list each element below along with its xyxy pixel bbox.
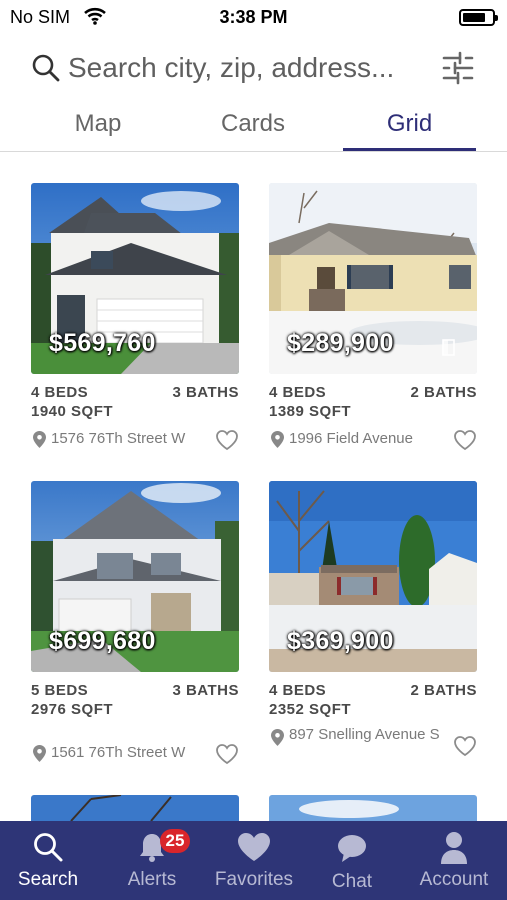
alerts-badge: 25 [160,829,190,853]
listing-address: 1996 Field Avenue [289,430,413,447]
listing-card[interactable]: $369,900 4 BEDS 2 BATHS 2352 SQFT 897 Sn… [269,481,477,771]
chat-bubble-icon [338,835,366,862]
clock: 3:38 PM [219,7,288,27]
bookmark-icon [442,339,455,356]
favorite-heart-icon[interactable] [453,735,477,757]
listing-beds: 4 BEDS [269,384,327,401]
listing-price: $569,760 [49,329,156,357]
favorite-heart-icon[interactable] [453,429,477,451]
listing-photo[interactable]: $289,900 [269,183,477,374]
location-pin-icon [271,431,284,448]
listing-sqft: 1940 SQFT [31,403,114,420]
battery-icon [459,9,498,26]
view-tabs: Map Cards Grid [0,100,507,152]
location-pin-icon [271,729,284,746]
listing-sqft: 1389 SQFT [269,403,352,420]
listing-card[interactable]: $569,760 4 BEDS 3 BATHS 1940 SQFT 1576 7… [31,183,239,463]
tab-map[interactable]: Map [36,100,160,150]
listing-beds: 5 BEDS [31,682,89,699]
tab-bar-search[interactable]: Search [0,821,96,900]
listing-address: 1561 76Th Street W [51,744,186,761]
tab-bar-alerts[interactable]: 25 Alerts [104,821,200,900]
listing-photo[interactable]: $369,900 [269,481,477,672]
listing-photo[interactable]: $699,680 [31,481,239,672]
bottom-tab-bar: Search 25 Alerts Favorites Chat Account [0,821,507,900]
location-pin-icon [33,431,46,448]
listing-beds: 4 BEDS [269,682,327,699]
listing-price: $699,680 [49,627,156,655]
listing-address: 897 Snelling Avenue S [289,726,440,743]
person-icon [441,832,467,864]
listing-baths: 2 BATHS [410,682,477,699]
tab-cards[interactable]: Cards [190,100,316,150]
listing-price: $369,900 [287,627,394,655]
listing-photo-partial[interactable] [31,795,239,821]
favorite-heart-icon[interactable] [215,429,239,451]
listing-sqft: 2976 SQFT [31,701,114,718]
listing-beds: 4 BEDS [31,384,89,401]
listing-card[interactable]: $699,680 5 BEDS 3 BATHS 2976 SQFT 1561 7… [31,481,239,771]
listing-address: 1576 76Th Street W [51,430,186,447]
listing-sqft: 2352 SQFT [269,701,352,718]
listing-photo-partial[interactable] [269,795,477,821]
status-bar: No SIM 3:38 PM [0,0,507,34]
tab-grid[interactable]: Grid [343,100,476,151]
filter-sliders-icon[interactable] [440,50,476,86]
tab-bar-account[interactable]: Account [402,821,506,900]
search-bar [0,40,507,96]
heart-icon [238,833,270,861]
tab-bar-favorites[interactable]: Favorites [204,821,304,900]
listing-card[interactable]: $289,900 4 BEDS 2 BATHS 1389 SQFT 1996 F… [269,183,477,463]
listing-baths: 3 BATHS [172,682,239,699]
listing-photo[interactable]: $569,760 [31,183,239,374]
tab-bar-chat[interactable]: Chat [308,821,396,900]
favorite-heart-icon[interactable] [215,743,239,765]
search-input[interactable] [68,48,428,88]
search-icon [32,54,60,82]
listing-baths: 3 BATHS [172,384,239,401]
location-pin-icon [33,745,46,762]
search-icon [34,833,63,862]
listing-baths: 2 BATHS [410,384,477,401]
listing-price: $289,900 [287,329,394,357]
